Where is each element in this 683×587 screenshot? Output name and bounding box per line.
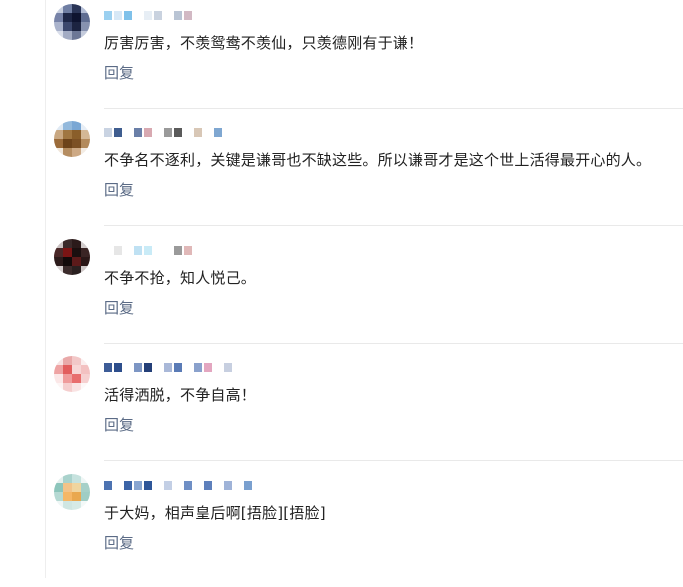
reply-button[interactable]: 回复 — [104, 297, 134, 318]
comment-item: 不争名不逐利，关键是谦哥也不缺这些。所以谦哥才是这个世上活得最开心的人。 回复 — [48, 117, 683, 234]
avatar[interactable] — [54, 356, 90, 392]
comment-item: 厉害厉害，不羡鸳鸯不羡仙，只羡德刚有于谦！ 回复 — [48, 0, 683, 117]
comment-divider — [104, 343, 683, 344]
reply-button[interactable]: 回复 — [104, 62, 134, 83]
comment-item: 活得洒脱，不争自高！ 回复 — [48, 352, 683, 469]
comment-text: 厉害厉害，不羡鸳鸯不羡仙，只羡德刚有于谦！ — [104, 34, 424, 52]
comment-divider — [104, 225, 683, 226]
username-obscured[interactable] — [104, 125, 222, 139]
username-obscured[interactable] — [104, 243, 202, 257]
reply-button[interactable]: 回复 — [104, 532, 134, 553]
reply-button[interactable]: 回复 — [104, 414, 134, 435]
thread-indent-line — [45, 0, 46, 578]
avatar[interactable] — [54, 474, 90, 510]
comment-item: 不争不抢，知人悦己。 回复 — [48, 235, 683, 352]
comment-divider — [104, 460, 683, 461]
comment-item: 于大妈，相声皇后啊[捂脸][捂脸] 回复 — [48, 470, 683, 587]
comment-text: 不争不抢，知人悦己。 — [104, 269, 257, 287]
avatar[interactable] — [54, 239, 90, 275]
comment-divider — [104, 108, 683, 109]
username-obscured[interactable] — [104, 360, 232, 374]
reply-button[interactable]: 回复 — [104, 179, 134, 200]
comment-text: 活得洒脱，不争自高！ — [104, 386, 257, 404]
avatar[interactable] — [54, 121, 90, 157]
comment-text: 不争名不逐利，关键是谦哥也不缺这些。所以谦哥才是这个世上活得最开心的人。 — [104, 151, 652, 169]
comment-text: 于大妈，相声皇后啊[捂脸][捂脸] — [104, 504, 326, 522]
username-obscured[interactable] — [104, 478, 252, 492]
username-obscured[interactable] — [104, 8, 202, 22]
avatar[interactable] — [54, 4, 90, 40]
